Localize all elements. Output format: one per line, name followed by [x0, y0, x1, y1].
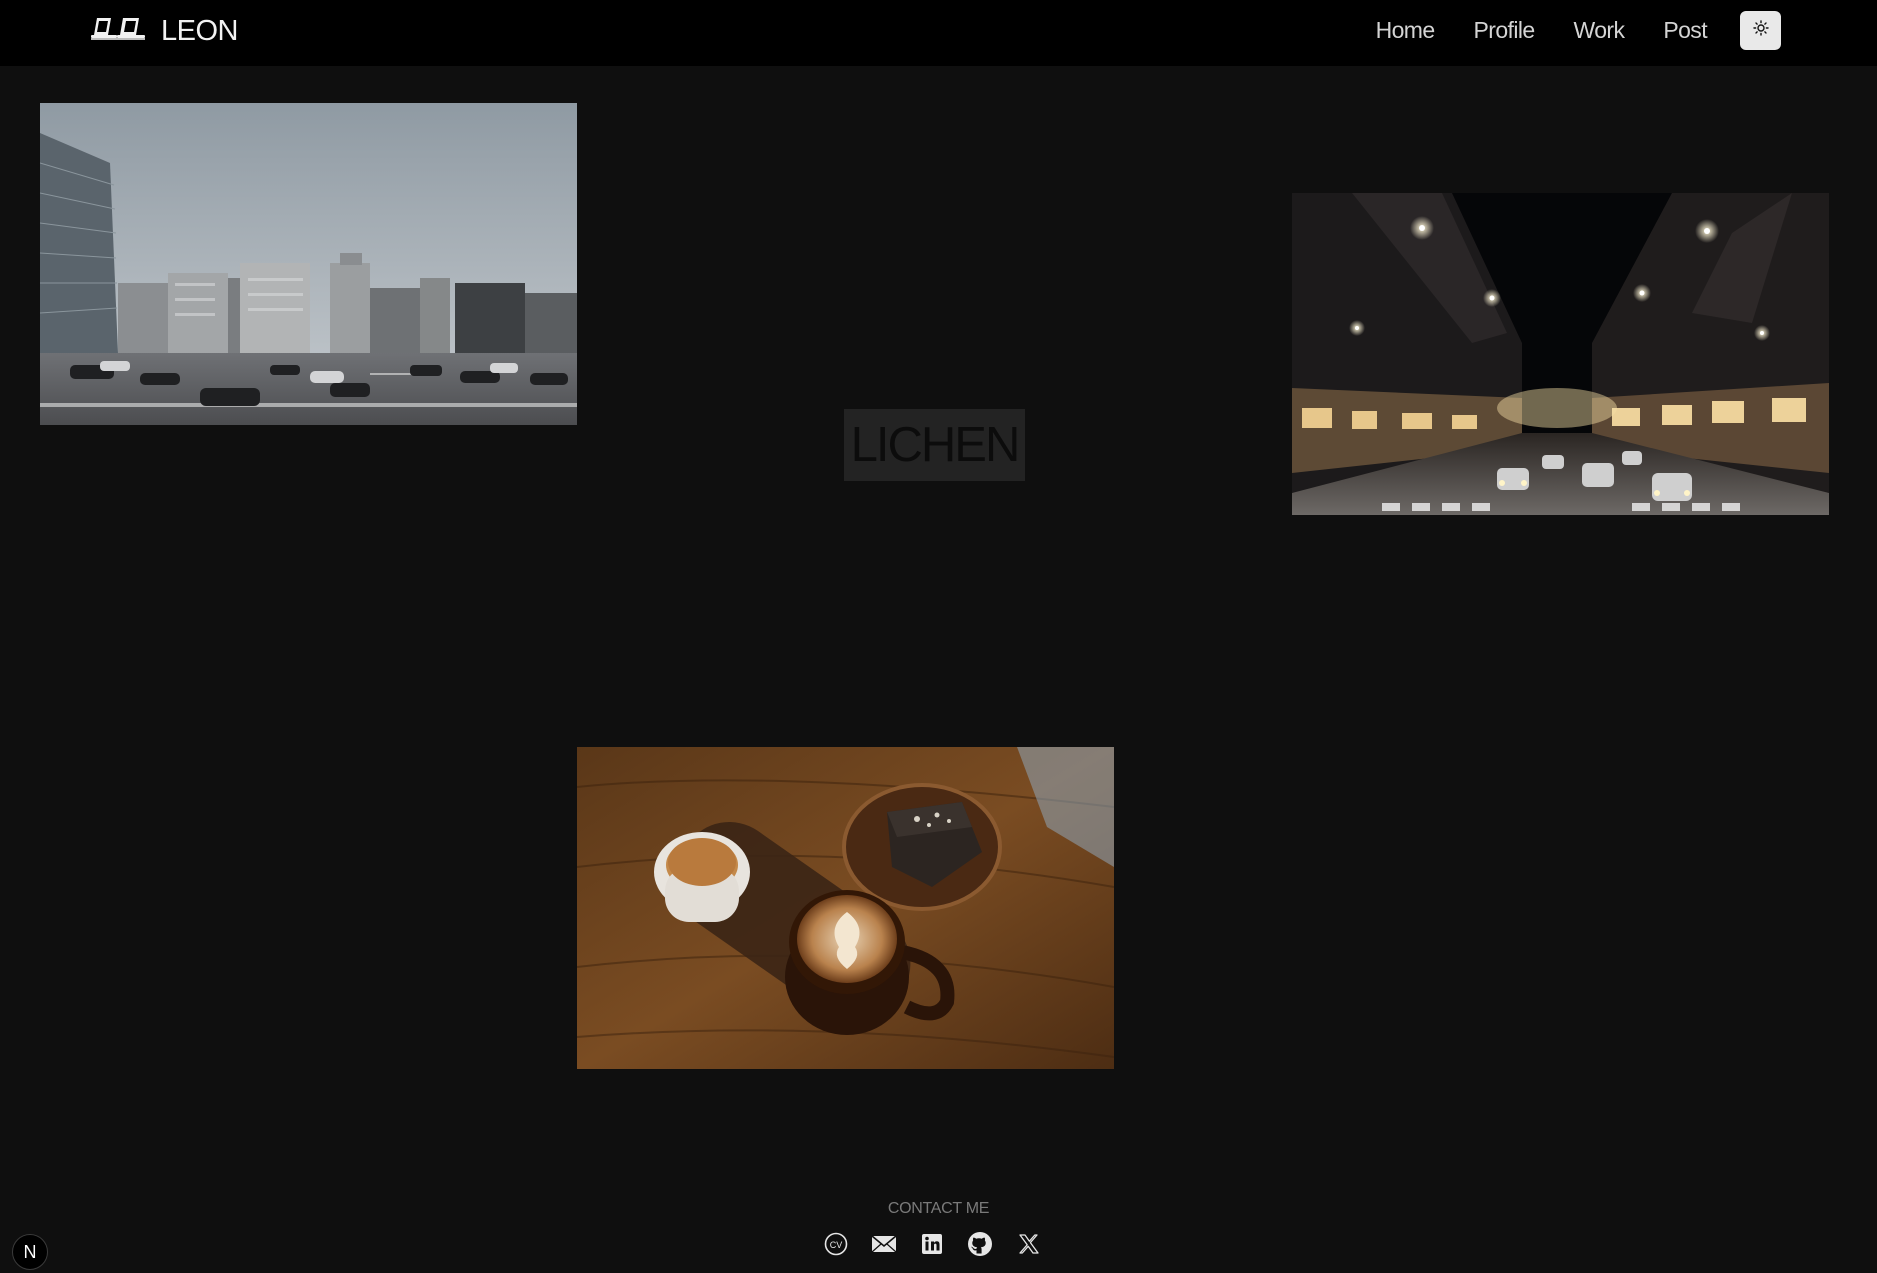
contact-me-label: CONTACT ME — [887, 1200, 990, 1217]
sun-icon — [1752, 19, 1769, 41]
nav-home[interactable]: Home — [1376, 17, 1436, 44]
email-link[interactable] — [870, 1232, 898, 1260]
mail-icon — [871, 1234, 897, 1259]
center-title: LICHEN — [850, 418, 1021, 472]
social-links: CV — [822, 1231, 1042, 1262]
linkedin-icon — [921, 1233, 943, 1260]
photo-night-street[interactable] — [1292, 193, 1829, 515]
linkedin-link[interactable] — [918, 1232, 946, 1260]
brand-home-link[interactable]: LEON — [91, 12, 238, 50]
center-title-tag[interactable]: LICHEN — [844, 409, 1025, 481]
top-navigation-bar: LEON Home Profile Work Post — [0, 0, 1877, 66]
github-link[interactable] — [966, 1231, 994, 1262]
theme-toggle-button[interactable] — [1740, 10, 1781, 50]
brand-name: LEON — [161, 14, 238, 47]
cv-icon: CV — [824, 1232, 848, 1261]
x-link[interactable] — [1014, 1232, 1042, 1260]
nav-work[interactable]: Work — [1574, 17, 1625, 44]
photo-coffee-dessert[interactable] — [577, 747, 1114, 1069]
main-nav: Home Profile Work Post — [1376, 10, 1781, 50]
next-dev-badge[interactable]: N — [12, 1234, 48, 1270]
nav-post[interactable]: Post — [1663, 17, 1707, 44]
laptops-logo-icon — [91, 16, 145, 47]
svg-text:CV: CV — [830, 1240, 843, 1250]
x-icon — [1017, 1233, 1039, 1260]
nav-profile[interactable]: Profile — [1474, 17, 1536, 44]
github-icon — [967, 1231, 993, 1262]
photo-city-intersection[interactable] — [40, 103, 577, 425]
cv-link[interactable]: CV — [822, 1232, 850, 1260]
